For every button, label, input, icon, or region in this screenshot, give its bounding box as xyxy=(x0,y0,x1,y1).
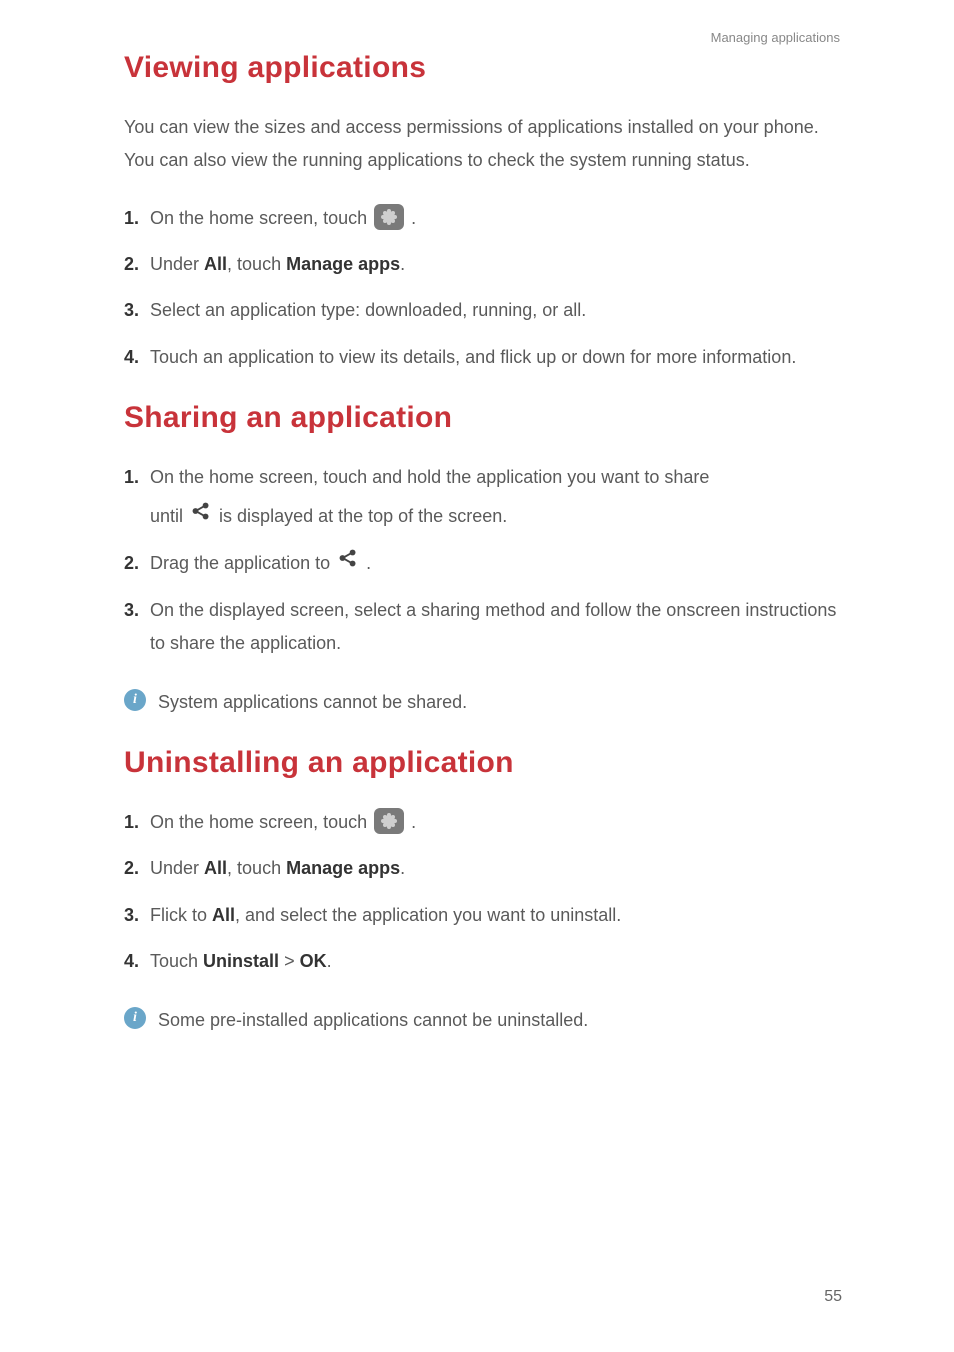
bold-all: All xyxy=(204,254,227,274)
bold-ok: OK xyxy=(300,951,327,971)
bold-manage-apps: Manage apps xyxy=(286,858,400,878)
page-header: Managing applications xyxy=(124,30,840,45)
share-icon xyxy=(190,500,212,532)
step-text: . xyxy=(400,858,405,878)
step-text: Under xyxy=(150,254,204,274)
step-text: Drag the application to xyxy=(150,553,335,573)
step-text: Flick to xyxy=(150,905,212,925)
bold-all: All xyxy=(204,858,227,878)
step-text: Under xyxy=(150,858,204,878)
steps-uninstalling: On the home screen, touch . Under All, t… xyxy=(124,806,840,978)
step-item: On the home screen, touch . xyxy=(124,806,840,838)
step-text: is displayed at the top of the screen. xyxy=(219,506,507,526)
step-text: , and select the application you want to… xyxy=(235,905,621,925)
step-text: Touch xyxy=(150,951,203,971)
step-item: On the home screen, touch . xyxy=(124,202,840,234)
path-separator: > xyxy=(284,951,295,971)
step-text: On the home screen, touch and hold the a… xyxy=(150,467,709,487)
settings-icon xyxy=(374,204,404,230)
steps-sharing: On the home screen, touch and hold the a… xyxy=(124,461,840,659)
note-text: System applications cannot be shared. xyxy=(158,687,467,718)
info-note: i Some pre-installed applications cannot… xyxy=(124,1005,840,1036)
steps-viewing: On the home screen, touch . Under All, t… xyxy=(124,202,840,374)
step-text: . xyxy=(327,951,332,971)
step-item: On the home screen, touch and hold the a… xyxy=(124,461,840,533)
bold-uninstall: Uninstall xyxy=(203,951,279,971)
step-text: , touch xyxy=(227,858,286,878)
step-item: Select an application type: downloaded, … xyxy=(124,294,840,326)
step-text: On the home screen, touch xyxy=(150,812,372,832)
step-item: Flick to All, and select the application… xyxy=(124,899,840,931)
note-text: Some pre-installed applications cannot b… xyxy=(158,1005,588,1036)
step-item: Under All, touch Manage apps. xyxy=(124,248,840,280)
page-number: 55 xyxy=(824,1288,842,1306)
section-title-sharing: Sharing an application xyxy=(124,401,840,435)
intro-paragraph: You can view the sizes and access permis… xyxy=(124,111,840,178)
step-text: . xyxy=(411,812,416,832)
step-item: On the displayed screen, select a sharin… xyxy=(124,594,840,659)
share-icon xyxy=(337,547,359,579)
section-title-uninstalling: Uninstalling an application xyxy=(124,746,840,780)
bold-all: All xyxy=(212,905,235,925)
info-icon: i xyxy=(124,1007,146,1029)
step-item: Touch Uninstall > OK. xyxy=(124,945,840,977)
step-text: On the home screen, touch xyxy=(150,208,372,228)
info-note: i System applications cannot be shared. xyxy=(124,687,840,718)
section-title-viewing: Viewing applications xyxy=(124,51,840,85)
step-text: . xyxy=(366,553,371,573)
bold-manage-apps: Manage apps xyxy=(286,254,400,274)
step-item: Under All, touch Manage apps. xyxy=(124,852,840,884)
page-container: Managing applications Viewing applicatio… xyxy=(0,0,954,1352)
step-text: . xyxy=(411,208,416,228)
step-text: . xyxy=(400,254,405,274)
step-text: until xyxy=(150,506,188,526)
step-item: Touch an application to view its details… xyxy=(124,341,840,373)
step-item: Drag the application to . xyxy=(124,547,840,580)
step-subline: until is displayed at the top of the scr… xyxy=(150,500,840,533)
info-icon: i xyxy=(124,689,146,711)
settings-icon xyxy=(374,808,404,834)
step-text: , touch xyxy=(227,254,286,274)
